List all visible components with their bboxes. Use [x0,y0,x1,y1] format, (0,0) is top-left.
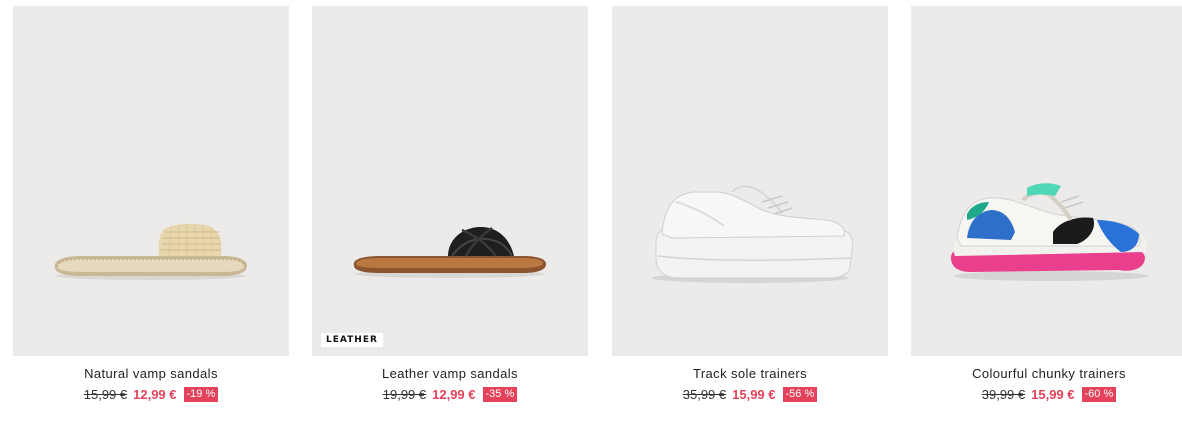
product-image[interactable] [612,6,888,356]
colourful-trainer-image [951,183,1149,281]
sale-price: 15,99 € [1031,386,1075,402]
product-title[interactable]: Colourful chunky trainers [911,366,1182,382]
price-row: 15,99 € 12,99 € -19 % [13,386,289,402]
sale-price: 12,99 € [432,386,476,402]
product-image[interactable] [13,6,289,356]
price-row: 35,99 € 15,99 € -56 % [612,386,888,402]
product-card[interactable]: Natural vamp sandals 15,99 € 12,99 € -19… [13,6,289,402]
original-price: 35,99 € [682,386,727,402]
product-title[interactable]: Track sole trainers [612,366,888,382]
original-price: 15,99 € [83,386,128,402]
product-grid: Natural vamp sandals 15,99 € 12,99 € -19… [0,0,1182,432]
discount-badge: -19 % [183,386,219,402]
original-price: 39,99 € [981,386,1026,402]
material-badge: LEATHER [321,333,383,347]
original-price: 19,99 € [382,386,427,402]
sale-price: 12,99 € [133,386,177,402]
white-trainer-image [652,185,853,283]
product-image[interactable]: LEATHER [312,6,588,356]
price-row: 39,99 € 15,99 € -60 % [911,386,1182,402]
product-title[interactable]: Natural vamp sandals [13,366,289,382]
product-card[interactable]: LEATHER Leather vamp sandals 19,99 € 12,… [312,6,588,402]
natural-vamp-sandal-image [54,223,248,280]
price-row: 19,99 € 12,99 € -35 % [312,386,588,402]
discount-badge: -56 % [782,386,818,402]
product-title[interactable]: Leather vamp sandals [312,366,588,382]
leather-vamp-sandal-image [353,226,546,278]
discount-badge: -35 % [482,386,518,402]
discount-badge: -60 % [1081,386,1117,402]
sale-price: 15,99 € [732,386,776,402]
product-image[interactable] [911,6,1182,356]
product-card[interactable]: Colourful chunky trainers 39,99 € 15,99 … [911,6,1182,402]
product-card[interactable]: Track sole trainers 35,99 € 15,99 € -56 … [612,6,888,402]
